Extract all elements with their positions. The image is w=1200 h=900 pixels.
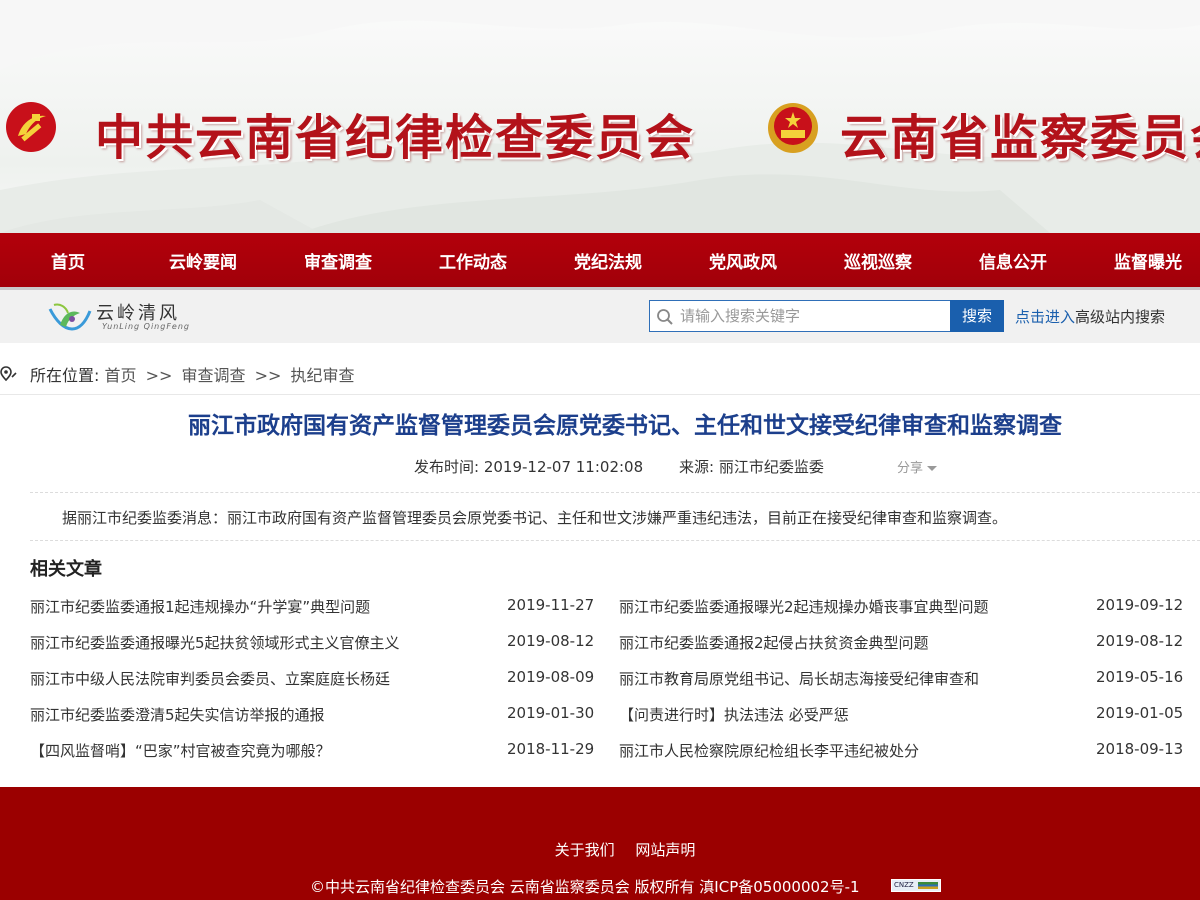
search-icon [657,309,673,325]
footer-links: 关于我们 网站声明 [0,839,1200,860]
related-item-date: 2019-05-16 [1096,668,1184,686]
article-body: 据丽江市纪委监委消息：丽江市政府国有资产监督管理委员会原党委书记、主任和世文涉嫌… [62,509,1008,527]
footer-link-about[interactable]: 关于我们 [555,841,615,859]
search-input[interactable] [680,304,942,328]
related-item-date: 2019-08-12 [507,632,595,650]
breadcrumb-investigation[interactable]: 审查调查 [182,366,246,385]
banner-title-left: 中共云南省纪律检查委员会 [95,110,696,166]
cnzz-badge[interactable]: CNZZ [891,879,941,892]
nav-item-party-rules[interactable]: 党纪法规 [548,233,668,290]
related-item-date: 2019-01-30 [507,704,595,722]
banner-title-right: 云南省监察委员会 [840,110,1200,166]
related-item-title[interactable]: 丽江市纪委监委通报曝光2起违规操办婚丧事宜典型问题 [619,596,989,617]
related-item-title[interactable]: 丽江市教育局原党组书记、局长胡志海接受纪律审查和 [619,668,979,689]
nav-item-work-updates[interactable]: 工作动态 [413,233,533,290]
site-logo[interactable]: 云岭清风 YunLing QingFeng [46,297,196,337]
caret-down-icon [927,466,938,471]
advanced-search: 点击进入高级站内搜索 [1015,306,1165,327]
related-item-title[interactable]: 丽江市人民检察院原纪检组长李平违纪被处分 [619,740,919,761]
related-item-title[interactable]: 【四风监督哨】“巴家”村官被查究竟为哪般？ [30,740,331,761]
main-nav: 首页 云岭要闻 审查调查 工作动态 党纪法规 党风政风 巡视巡察 信息公开 监督… [0,233,1200,290]
party-emblem-icon [6,102,56,152]
location-pin-icon [0,366,17,382]
breadcrumb-discipline-review[interactable]: 执纪审查 [291,366,355,385]
related-item-title[interactable]: 丽江市纪委监委通报2起侵占扶贫资金典型问题 [619,632,929,653]
related-item-title[interactable]: 丽江市纪委监委通报1起违规操办“升学宴”典型问题 [30,596,370,617]
breadcrumb-separator: >> [145,366,173,385]
related-item-date: 2019-09-12 [1096,596,1184,614]
stats-bars-icon [918,882,938,889]
search-button[interactable]: 搜索 [950,300,1004,332]
related-item-date: 2019-08-09 [507,668,595,686]
article-divider-top [30,492,1200,493]
share-label: 分享 [897,461,924,476]
advanced-search-label: 高级站内搜索 [1075,308,1166,326]
search-field[interactable] [649,300,951,332]
related-item-title[interactable]: 丽江市纪委监委通报曝光5起扶贫领域形式主义官僚主义 [30,632,400,653]
footer-link-statement[interactable]: 网站声明 [635,841,695,859]
share-button[interactable]: 分享 [897,457,938,476]
copyright-text: ©中共云南省纪律检查委员会 云南省监察委员会 版权所有 滇ICP备0500000… [310,878,860,896]
breadcrumb-home[interactable]: 首页 [105,366,137,385]
related-heading: 相关文章 [30,559,102,580]
related-item-date: 2019-08-12 [1096,632,1184,650]
article-title: 丽江市政府国有资产监督管理委员会原党委书记、主任和世文接受纪律审查和监察调查 [188,413,1062,439]
cnzz-badge-label: CNZZ [894,881,914,889]
logo-text-en: YunLing QingFeng [102,322,191,331]
related-item-title[interactable]: 丽江市纪委监委澄清5起失实信访举报的通报 [30,704,325,725]
nav-item-conduct[interactable]: 党风政风 [683,233,803,290]
related-item-date: 2018-09-13 [1096,740,1184,758]
related-item-date: 2018-11-29 [507,740,595,758]
nav-item-investigation[interactable]: 审查调查 [278,233,398,290]
related-item-date: 2019-11-27 [507,596,595,614]
site-banner: 中共云南省纪律检查委员会 云南省监察委员会 [0,0,1200,233]
article-divider-bottom [30,540,1200,541]
nav-item-exposure[interactable]: 监督曝光 [1088,233,1200,290]
breadcrumb-divider [0,394,1200,395]
related-item-title[interactable]: 丽江市中级人民法院审判委员会委员、立案庭庭长杨廷 [30,668,390,689]
nav-item-inspection[interactable]: 巡视巡察 [818,233,938,290]
nav-item-disclosure[interactable]: 信息公开 [953,233,1073,290]
related-item-date: 2019-01-05 [1096,704,1184,722]
national-emblem-icon [768,103,818,153]
breadcrumb-prefix: 所在位置: [30,366,100,385]
advanced-search-link[interactable]: 点击进入 [1015,308,1075,326]
related-item-title[interactable]: 【问责进行时】执法违法 必受严惩 [619,704,849,725]
article-source: 来源: 丽江市纪委监委 [679,458,824,476]
breadcrumb-separator: >> [254,366,282,385]
nav-item-home[interactable]: 首页 [8,233,128,290]
publish-time: 发布时间: 2019-12-07 11:02:08 [414,458,644,476]
nav-item-yunling-news[interactable]: 云岭要闻 [143,233,263,290]
yunling-logo-icon [48,303,92,331]
